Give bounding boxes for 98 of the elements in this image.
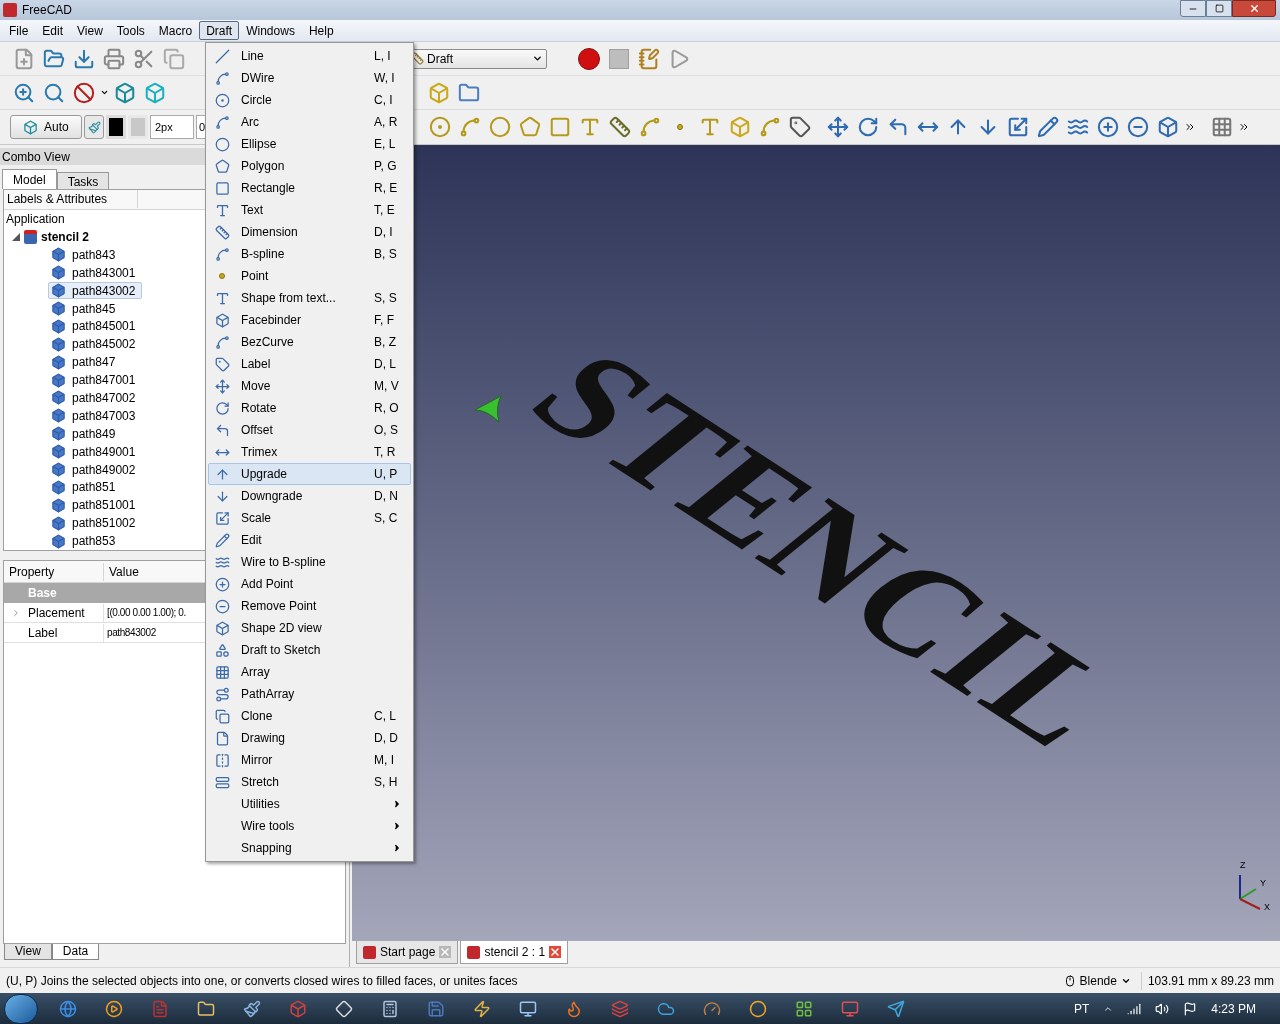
item-label: path849001 [72,443,136,461]
tree-item[interactable]: path851001 [48,496,143,514]
menu-item[interactable]: Arc A, R [208,111,411,133]
property-value: path843002 [106,626,156,640]
menu-shortcut: B, Z [374,334,397,351]
tree-item[interactable]: path849 [48,425,123,443]
menu-shortcut: T, E [374,202,396,219]
navigation-style-button[interactable]: Blende [1063,971,1131,990]
menu-bar-item[interactable]: File [2,21,36,40]
item-label: path843001 [72,264,136,282]
tree-item[interactable]: path847003 [48,407,143,425]
tree-item[interactable]: path845002 [48,335,143,353]
line-width-spinbox[interactable]: 2px [150,115,194,139]
menu-shortcut: S, H [374,774,399,791]
menu-item[interactable]: DWire W, I [208,67,411,89]
tree-item[interactable]: stencil 2 [41,227,90,246]
menu-bar-item[interactable]: Windows [239,21,302,40]
panel-tab[interactable]: Model [2,169,57,189]
tree-item[interactable]: path851 [48,478,123,496]
column-header: Property [4,562,104,581]
menu-bar-item[interactable]: Tools [109,21,152,40]
menu-shortcut: C, L [374,708,397,725]
menu-shortcut: D, D [374,730,399,747]
menu-shortcut: D, N [374,488,399,505]
menu-bar-item[interactable]: View [70,21,110,40]
axis-label: Z [1240,861,1246,870]
menu-shortcut: P, G [374,158,398,175]
menu-shortcut: U, P [374,466,399,483]
panel-tab[interactable]: Data [51,944,100,960]
document-tab[interactable]: stencil 2 : 1 [460,941,569,964]
item-label: path851 [72,479,116,497]
menu-shortcut: D, L [374,356,397,373]
menu-shortcut: R, O [374,400,400,417]
column-header: Labels & Attributes [4,190,138,209]
tree-item[interactable]: path849002 [48,461,143,478]
tree-item[interactable]: path845 [48,300,123,317]
item-label: path847002 [72,389,136,407]
menu-shortcut: C, I [374,92,394,109]
dimensions-readout: 103.91 mm x 89.23 mm [1140,971,1274,990]
property-name: Placement [28,603,104,622]
menu-shortcut: S, S [374,290,398,307]
menu-shortcut: S, C [374,510,399,527]
tree-item[interactable]: path845001 [48,317,143,335]
axis-label: X [1264,903,1270,912]
menu-shortcut: T, R [374,444,397,461]
property-name: Label [28,623,104,642]
item-label: path845002 [72,336,136,354]
tree-root: Application [5,210,65,228]
tree-item[interactable]: path843002 [48,282,143,300]
tree-item[interactable]: path843001 [48,264,143,282]
item-label: path851002 [72,515,136,533]
menu-shortcut: F, F [374,312,395,329]
draw-style-button[interactable]: Auto [10,115,82,139]
tree-item[interactable]: path843 [48,246,123,264]
clock: 4:23 PM [1211,1000,1256,1018]
item-label: path853 [72,533,116,550]
item-label: path847003 [72,407,136,425]
tree-item[interactable]: path851002 [48,514,143,532]
property-value: [(0.00 0.00 1.00); 0. [106,606,186,620]
menu-shortcut: A, R [374,114,399,131]
line-width-value: 2px [154,119,174,135]
item-label: path843 [72,246,116,264]
menu-item[interactable]: Circle C, I [208,89,411,111]
menu-shortcut: M, V [374,378,400,395]
item-label: path849002 [72,461,136,479]
document-tab[interactable]: Start page [356,941,459,964]
menu-bar-item[interactable]: Help [301,21,341,40]
menu-bar-item[interactable]: Edit [35,21,71,40]
tree-item[interactable]: path847 [48,353,123,371]
tree-item[interactable]: path847002 [48,389,143,407]
axis-label: Y [1260,879,1266,888]
menu-shortcut: B, S [374,246,398,263]
menu-shortcut: M, I [374,752,395,769]
status-message: (U, P) Joins the selected objects into one, or converts closed wires to filled faces, or unites faces [6,972,518,990]
menu-bar-item[interactable]: Macro [151,21,200,40]
item-label: path847001 [72,372,136,390]
menu-shortcut: L, I [374,48,392,65]
item-label: path849 [72,425,116,443]
window-title: FreeCAD [22,2,72,19]
panel-tab[interactable]: Tasks [56,172,110,189]
item-label: path845001 [72,318,136,336]
menu-item[interactable]: Upgrade U, P [208,463,411,485]
language-indicator: PT [1073,1000,1090,1018]
menu-shortcut: W, I [374,70,396,87]
item-label: path845 [72,300,116,318]
panel-title: Combo View [2,148,70,166]
menu-shortcut: R, E [374,180,399,197]
tree-item[interactable]: path853 [48,532,123,550]
panel-tab[interactable]: View [4,944,52,960]
item-label: path847 [72,354,116,372]
tree-item[interactable]: path847001 [48,371,143,389]
menu-shortcut: O, S [374,422,399,439]
menu-shortcut: D, I [374,224,394,241]
tree-item[interactable]: path849001 [48,443,143,461]
menu-bar-item[interactable]: Draft [199,21,240,40]
column-header: Value [108,563,139,581]
item-label: path843002 [72,282,136,300]
item-label: path851001 [72,497,136,515]
